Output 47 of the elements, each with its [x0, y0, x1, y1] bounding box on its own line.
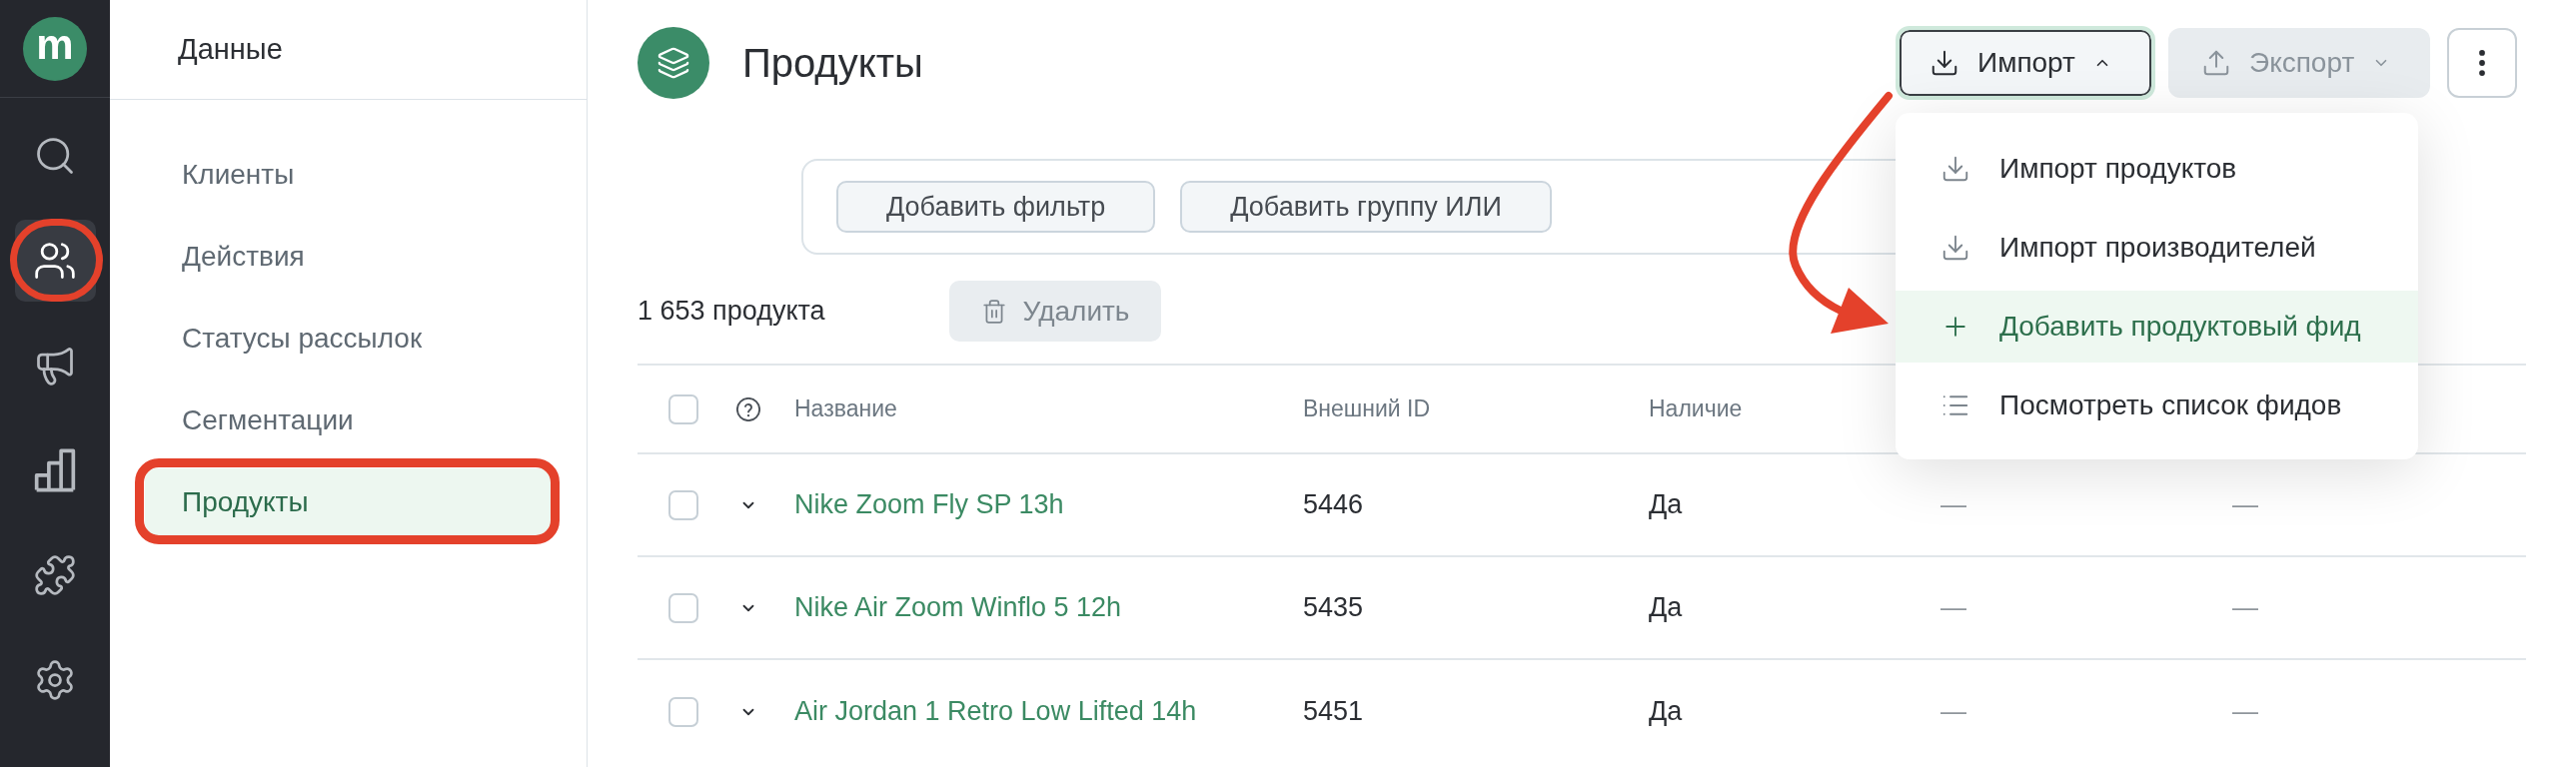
checkbox[interactable]	[668, 393, 698, 424]
table-cell: 5451	[1303, 696, 1364, 727]
table-cell: 5435	[1303, 592, 1364, 623]
menu-item[interactable]: Импорт производителей	[1896, 212, 2418, 284]
column-header[interactable]: Название	[794, 395, 897, 422]
table-cell: Да	[1649, 592, 1683, 623]
product-name-link[interactable]: Nike Zoom Fly SP 13h	[794, 489, 1064, 520]
menu-item[interactable]: Импорт продуктов	[1896, 133, 2418, 205]
checkbox[interactable]	[668, 489, 698, 520]
import-button[interactable]: Импорт	[1896, 26, 2155, 100]
table-cell: —	[1940, 489, 1966, 519]
logo[interactable]: m	[23, 16, 87, 81]
column-header[interactable]: Внешний ID	[1303, 395, 1431, 422]
table-cell: —	[1940, 592, 1966, 622]
menu-item[interactable]: Добавить продуктовый фид	[1896, 291, 2418, 363]
upload-icon	[2201, 48, 2231, 78]
puzzle-icon[interactable]	[33, 552, 77, 597]
help-icon[interactable]	[736, 396, 760, 421]
nav-item[interactable]: Сегментации	[145, 386, 552, 453]
bar-chart-icon[interactable]	[33, 447, 77, 492]
column-header[interactable]: Наличие	[1649, 395, 1743, 422]
product-name-link[interactable]: Nike Air Zoom Winflo 5 12h	[794, 592, 1122, 623]
checkbox[interactable]	[668, 592, 698, 623]
table-cell: 5446	[1303, 489, 1364, 520]
checkbox[interactable]	[668, 696, 698, 727]
download-icon	[1940, 154, 1970, 184]
download-icon	[1930, 48, 1959, 78]
filter-button[interactable]: Добавить фильтр	[836, 181, 1156, 233]
sidebar-title: Данные	[178, 31, 283, 67]
table-cell: —	[2232, 592, 2258, 622]
trash-icon	[980, 298, 1007, 325]
nav-item[interactable]: Клиенты	[145, 141, 552, 208]
menu-item[interactable]: Посмотреть список фидов	[1896, 370, 2418, 441]
nav-item[interactable]: Продукты	[145, 468, 552, 535]
nav-item[interactable]: Статусы рассылок	[145, 305, 552, 372]
table-cell: Да	[1649, 696, 1683, 727]
table-cell: —	[2232, 489, 2258, 519]
table-cell: —	[2232, 696, 2258, 726]
product-count: 1 653 продукта	[638, 295, 826, 329]
table-cell: —	[1940, 696, 1966, 726]
more-icon	[2479, 50, 2485, 76]
table-cell: Да	[1649, 489, 1683, 520]
download-icon	[1940, 233, 1970, 263]
filter-button[interactable]: Добавить группу ИЛИ	[1180, 181, 1552, 233]
product-name-link[interactable]: Air Jordan 1 Retro Low Lifted 14h	[794, 696, 1197, 727]
nav-item[interactable]: Действия	[145, 223, 552, 290]
page-title: Продукты	[742, 40, 923, 87]
